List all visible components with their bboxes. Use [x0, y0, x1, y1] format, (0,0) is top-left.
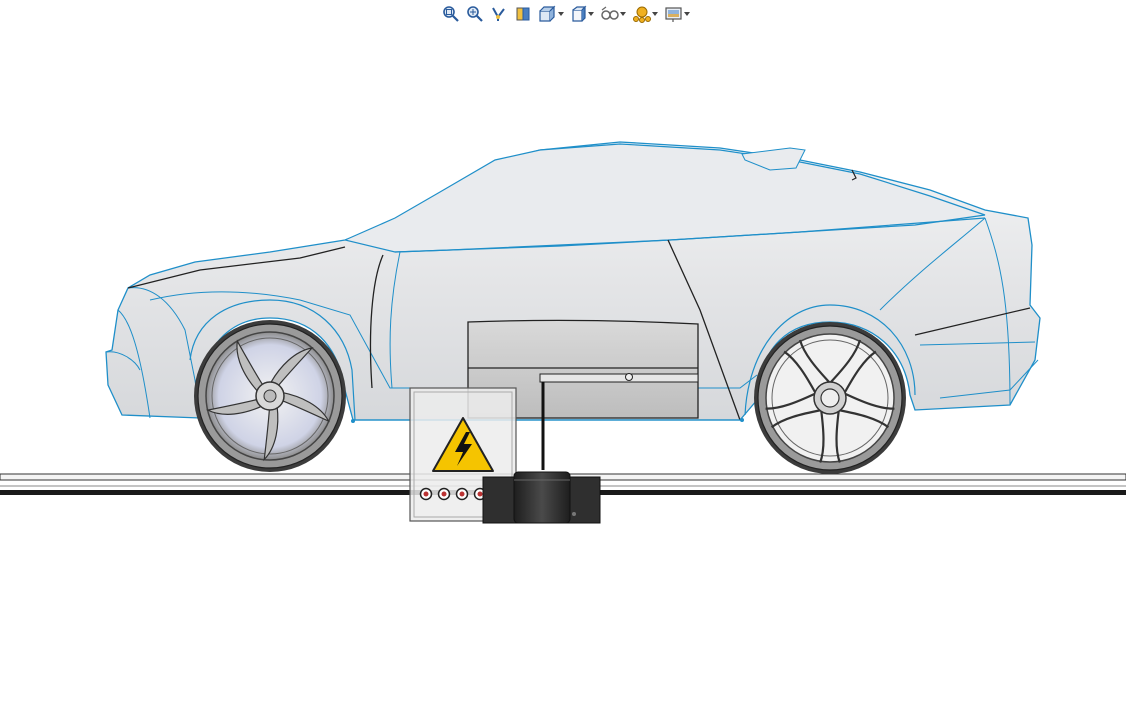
previous-view-button[interactable]: [488, 3, 510, 25]
edit-appearance-icon: [632, 5, 652, 23]
apply-scene-button[interactable]: [662, 3, 692, 25]
charging-connector[interactable]: [482, 471, 601, 524]
display-style-icon: [570, 5, 588, 23]
graphics-area[interactable]: [0, 0, 1126, 713]
front-wheel[interactable]: [194, 320, 346, 472]
zoom-to-area-button[interactable]: [464, 3, 486, 25]
section-view-icon: [514, 5, 532, 23]
hide-show-items-button[interactable]: [598, 3, 628, 25]
chevron-down-icon: [684, 3, 690, 25]
zoom-to-fit-button[interactable]: [440, 3, 462, 25]
apply-scene-icon: [664, 5, 684, 23]
rear-wheel[interactable]: [754, 322, 906, 474]
display-style-button[interactable]: [568, 3, 596, 25]
view-orientation-icon: [538, 5, 558, 23]
zoom-to-fit-icon: [442, 5, 460, 23]
chevron-down-icon: [652, 3, 658, 25]
chevron-down-icon: [620, 3, 626, 25]
zoom-to-area-icon: [466, 5, 484, 23]
hide-show-items-icon: [600, 5, 620, 23]
edit-appearance-button[interactable]: [630, 3, 660, 25]
chevron-down-icon: [588, 3, 594, 25]
previous-view-icon: [490, 5, 508, 23]
section-view-button[interactable]: [512, 3, 534, 25]
view-orientation-button[interactable]: [536, 3, 566, 25]
chevron-down-icon: [558, 3, 564, 25]
heads-up-view-toolbar: [440, 3, 692, 25]
